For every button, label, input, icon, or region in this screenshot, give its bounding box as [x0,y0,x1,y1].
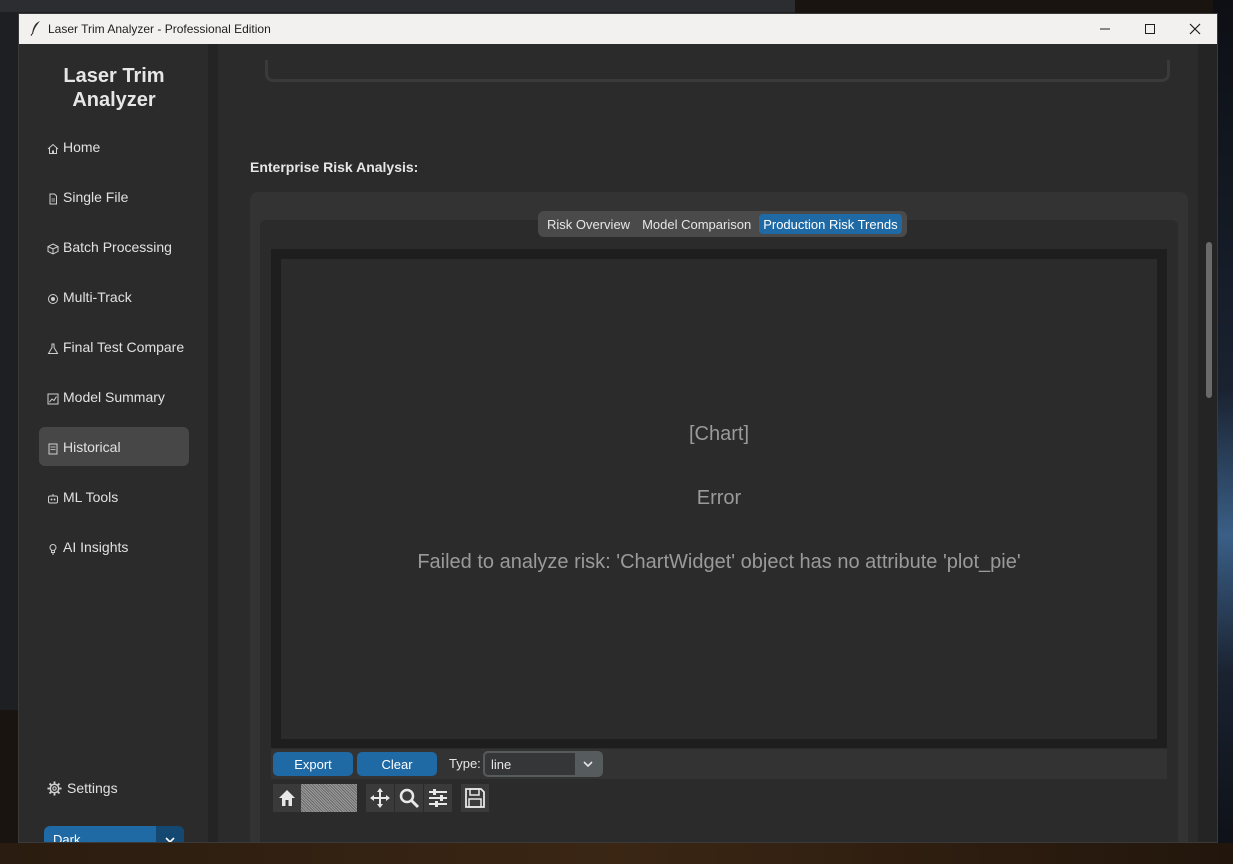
background-editor-tabs [0,0,795,12]
zoom-icon [399,788,420,809]
home-icon [47,143,59,154]
plot-home-button[interactable] [273,784,301,812]
pan-icon [370,788,390,808]
chart-type-value: line [491,757,512,772]
app-window: Laser Trim Analyzer - Professional Editi… [18,13,1218,843]
risk-analysis-frame: Risk Overview Model Comparison Productio… [250,192,1188,842]
sidebar-item-settings[interactable]: Settings [47,780,118,796]
plot-zoom-button[interactable] [395,784,423,812]
maximize-button[interactable] [1127,14,1172,44]
sidebar-item-label: Model Summary [63,388,165,405]
previous-section-frame [265,60,1170,82]
sidebar-item-label: Multi-Track [63,288,132,305]
risk-tabview: Risk Overview Model Comparison Productio… [260,211,1178,842]
sidebar-item-label: Batch Processing [63,238,172,255]
chart-type-label: Type: [449,756,481,771]
maximize-icon [1144,24,1155,34]
chart-type-dropdown[interactable]: line [483,751,603,777]
chart-icon [47,393,59,404]
lightbulb-icon [49,543,57,554]
scrollable-content: Enterprise Risk Analysis: Risk Overview … [218,44,1198,842]
sidebar-item-label: Home [63,138,101,155]
theme-dropdown[interactable]: Dark [44,826,184,843]
background-taskbar-strip [0,843,1233,864]
close-icon [1189,23,1200,35]
scrollbar-thumb[interactable] [1206,242,1212,398]
sidebar-item-home[interactable]: Home [39,127,189,166]
sidebar-item-model-summary[interactable]: Model Summary [39,377,189,416]
chevron-down-icon [165,837,175,842]
tab-model-comparison[interactable]: Model Comparison [638,214,755,234]
app-brand: Laser Trim Analyzer [63,65,165,111]
chevron-down-icon [583,761,593,767]
sidebar-item-label: ML Tools [63,488,119,505]
home-icon [279,790,295,806]
configure-icon [429,789,447,807]
sidebar-item-label: Single File [63,188,129,205]
theme-dropdown-arrow[interactable] [156,826,184,842]
plot-pan-button[interactable] [366,784,394,812]
chart-placeholder: [Chart] [688,423,750,445]
sidebar-item-ai-insights[interactable]: AI Insights [39,527,189,566]
sidebar-item-label: Final Test Compare [63,338,185,355]
document-icon [49,193,57,204]
plot-save-button[interactable] [461,784,489,812]
window-title: Laser Trim Analyzer - Professional Editi… [48,22,271,36]
sidebar-item-multi-track[interactable]: Multi-Track [39,277,189,316]
package-icon [47,242,59,255]
chart-error-title: Error [696,487,742,509]
save-icon [465,788,485,808]
feather-icon [30,21,40,36]
chart-controls: Export Clear Type: line [271,749,1167,779]
plot-back-button[interactable] [301,784,329,812]
chart-type-dropdown-arrow[interactable] [575,753,601,775]
settings-label: Settings [67,780,118,796]
minimize-button[interactable] [1082,14,1127,44]
content-scrollbar[interactable] [1204,54,1214,834]
flask-icon [47,343,59,354]
theme-dropdown-value: Dark [53,832,81,843]
sidebar-item-label: Historical [63,438,121,455]
target-icon [48,293,58,304]
sidebar-item-single-file[interactable]: Single File [39,177,189,216]
tab-risk-overview[interactable]: Risk Overview [543,214,634,234]
sidebar-item-label: AI Insights [63,538,129,555]
sidebar: Laser Trim Analyzer Home Single File Bat… [19,44,208,843]
plot-configure-button[interactable] [424,784,452,812]
clear-button[interactable]: Clear [357,752,437,776]
robot-icon [48,493,58,503]
gear-icon [47,780,62,796]
risk-tab-selector: Risk Overview Model Comparison Productio… [538,211,907,237]
export-button[interactable]: Export [273,752,353,776]
sidebar-item-historical[interactable]: Historical [39,427,189,466]
matplotlib-toolbar [271,782,511,816]
title-bar: Laser Trim Analyzer - Professional Editi… [19,14,1217,44]
history-icon [48,443,58,454]
close-button[interactable] [1172,14,1217,44]
chart-container: [Chart] Error Failed to analyze risk: 'C… [271,249,1167,748]
section-title: Enterprise Risk Analysis: [250,159,419,175]
chart-canvas: [Chart] Error Failed to analyze risk: 'C… [281,259,1157,739]
sidebar-item-final-test-compare[interactable]: Final Test Compare [39,327,189,366]
main-area: Enterprise Risk Analysis: Risk Overview … [208,44,1217,842]
sidebar-item-ml-tools[interactable]: ML Tools [39,477,189,516]
plot-forward-button[interactable] [329,784,357,812]
sidebar-item-batch-processing[interactable]: Batch Processing [39,227,189,266]
tab-production-risk-trends[interactable]: Production Risk Trends [759,214,902,234]
minimize-icon [1099,28,1110,30]
chart-error-message: Failed to analyze risk: 'ChartWidget' ob… [417,551,1021,573]
